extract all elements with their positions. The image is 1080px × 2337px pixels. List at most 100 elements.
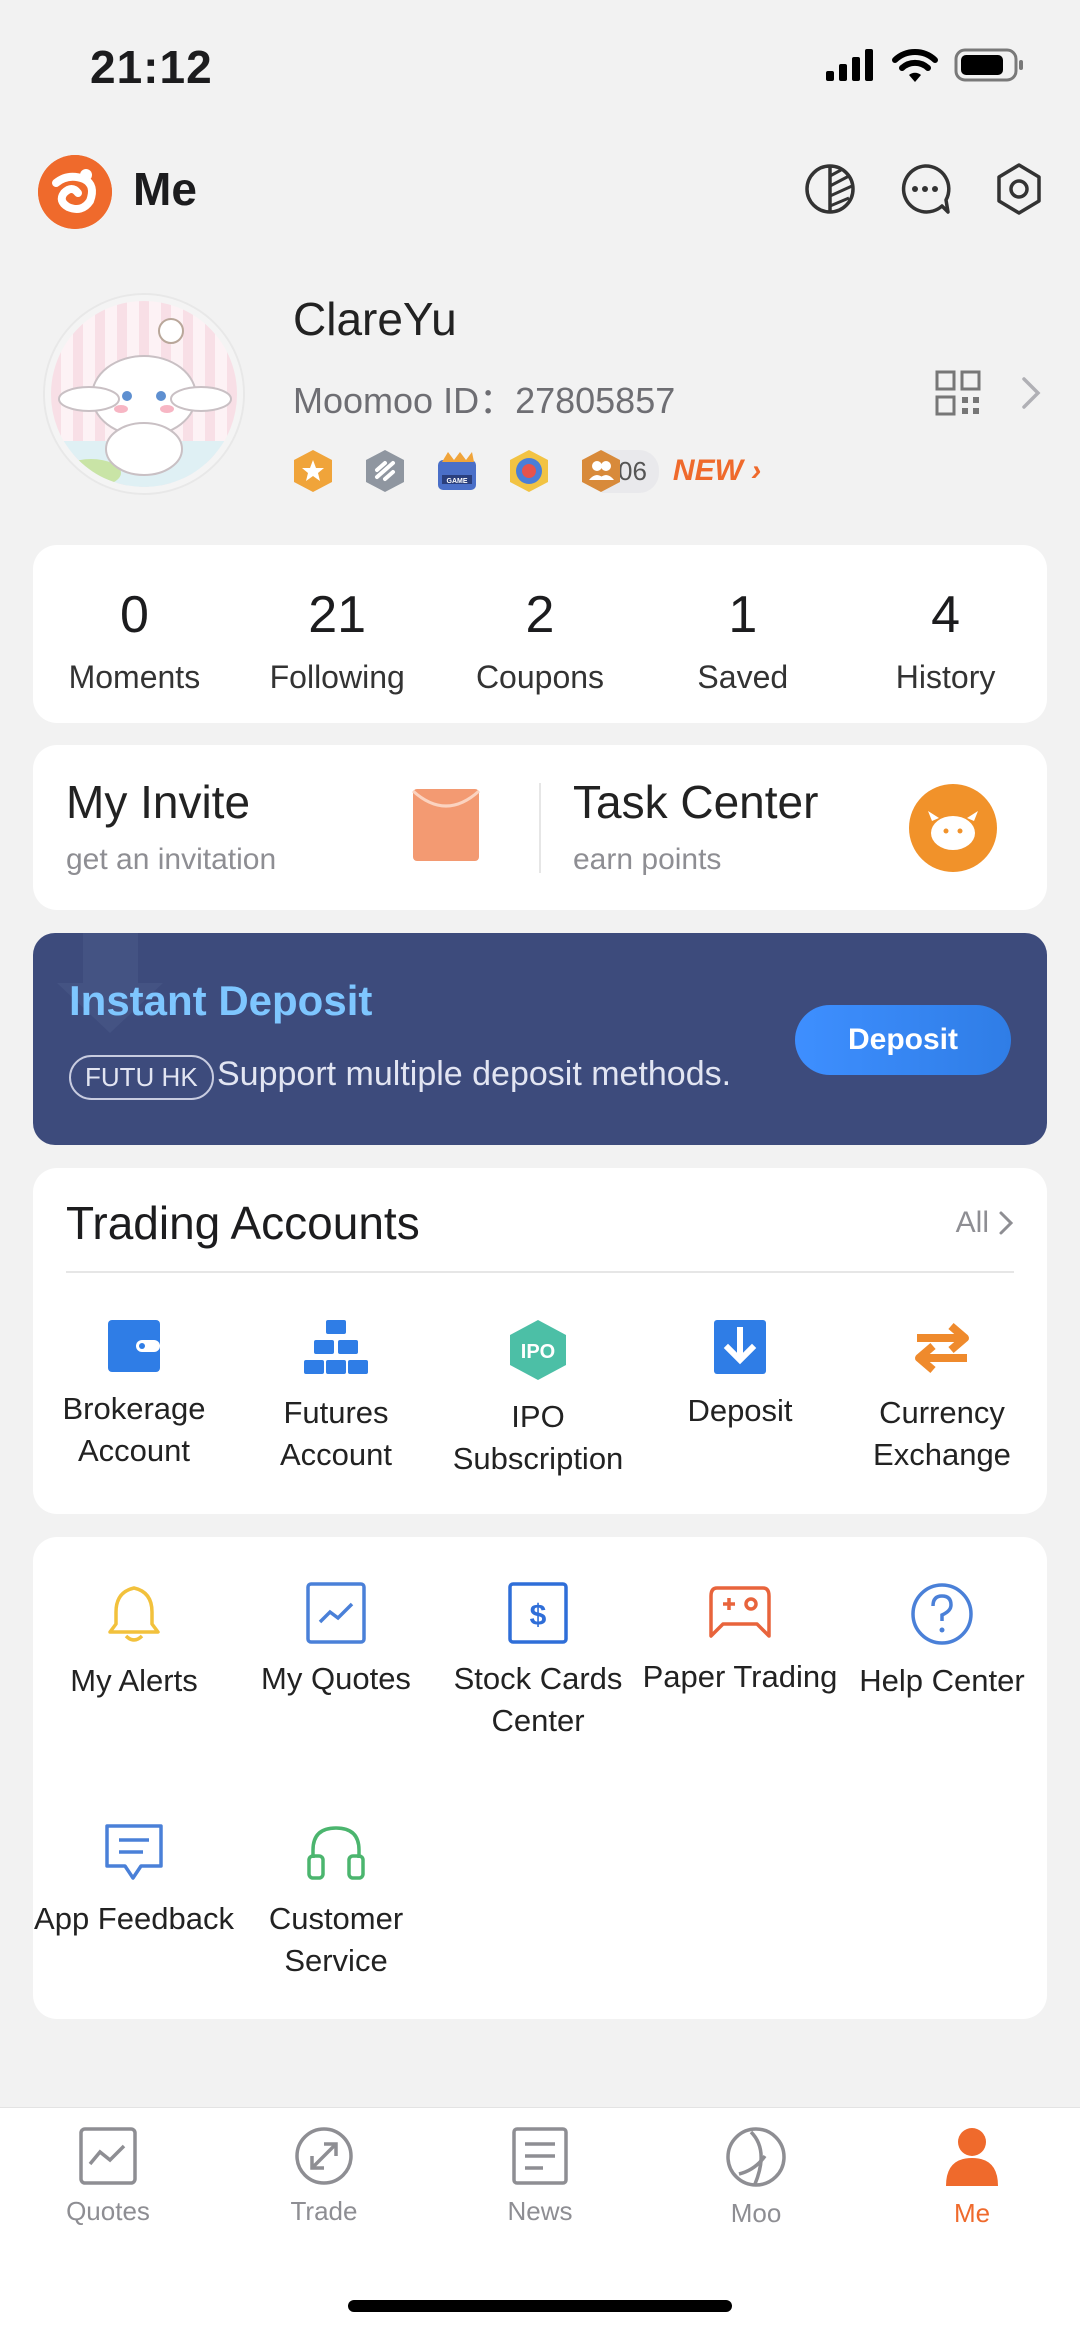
stat-value: 4 <box>931 586 961 644</box>
wifi-icon <box>892 49 938 82</box>
nav-news[interactable]: News <box>432 2126 648 2227</box>
quotes-icon <box>79 2127 137 2185</box>
item-label: Customer Service <box>268 1901 404 1978</box>
stat-moments[interactable]: 0 Moments <box>33 545 236 723</box>
customer-service-item[interactable]: Customer Service <box>235 1822 437 1982</box>
trading-accounts-card: Trading Accounts All Brokerage Account Fu… <box>33 1168 1047 1514</box>
message-icon[interactable] <box>898 162 952 216</box>
nav-label: Moo <box>730 2198 782 2228</box>
item-label: Brokerage Account <box>62 1391 206 1468</box>
wallet-icon <box>108 1320 160 1372</box>
gold-bars-icon <box>304 1320 368 1374</box>
stat-label: Moments <box>68 659 201 695</box>
task-center-title: Task Center <box>573 776 819 828</box>
stat-label: History <box>895 659 996 695</box>
settings-icon[interactable] <box>992 162 1046 216</box>
ipo-subscription-item[interactable]: IPO IPO Subscription <box>437 1318 639 1480</box>
deposit-icon <box>714 1320 766 1374</box>
game-badge-icon: GAME <box>438 452 476 490</box>
moomoo-id: Moomoo ID：27805857 <box>293 380 676 421</box>
battery-icon <box>954 48 1023 82</box>
stock-cards-center-item[interactable]: $ Stock Cards Center <box>437 1582 639 1742</box>
star-medal-icon <box>294 450 332 492</box>
stat-value: 21 <box>308 586 367 644</box>
trading-accounts-title: Trading Accounts <box>66 1197 420 1249</box>
chevron-right-icon[interactable] <box>1018 375 1044 411</box>
username: ClareYu <box>293 293 457 345</box>
quotes-chart-icon <box>306 1582 366 1644</box>
item-label: Help Center <box>859 1663 1025 1698</box>
nav-moo[interactable]: Moo <box>648 2126 864 2229</box>
bell-icon <box>108 1586 160 1642</box>
nav-quotes[interactable]: Quotes <box>0 2126 216 2227</box>
divider <box>66 1271 1014 1273</box>
deposit-subtitle: Support multiple deposit methods. <box>217 1055 732 1093</box>
moomoo-logo <box>38 155 112 229</box>
tools-card: My Alerts My Quotes $ Stock Cards Center … <box>33 1537 1047 2019</box>
new-label: NEW <box>672 454 743 487</box>
avatar[interactable] <box>45 295 243 493</box>
view-all-link[interactable]: All <box>956 1206 1015 1240</box>
stat-value: 0 <box>119 586 149 644</box>
my-alerts-item[interactable]: My Alerts <box>33 1582 235 1702</box>
status-time: 21:12 <box>90 41 213 93</box>
nav-label: News <box>507 2196 573 2226</box>
envelope-icon <box>411 789 481 861</box>
new-badges-link[interactable]: NEW › <box>673 454 761 488</box>
news-icon <box>512 2127 568 2185</box>
stats-card: 0 Moments 21 Following 2 Coupons 1 Saved 4 Hi… <box>33 545 1047 723</box>
stat-label: Saved <box>697 659 789 695</box>
chevron-right-icon <box>999 1211 1014 1235</box>
shield-badge-icon <box>366 450 404 492</box>
item-label: My Alerts <box>70 1663 198 1698</box>
stat-history[interactable]: 4 History <box>844 545 1047 723</box>
view-all-label: All <box>955 1206 989 1239</box>
deposit-item[interactable]: Deposit <box>639 1318 841 1432</box>
ipo-icon: IPO <box>510 1320 566 1380</box>
theme-icon[interactable] <box>803 162 857 216</box>
nav-me[interactable]: Me <box>864 2126 1080 2229</box>
app-feedback-item[interactable]: App Feedback <box>33 1822 235 1940</box>
item-label: Futures Account <box>279 1395 392 1472</box>
help-icon <box>911 1583 973 1645</box>
signal-icon <box>826 49 873 81</box>
exchange-icon <box>915 1322 969 1374</box>
currency-exchange-item[interactable]: Currency Exchange <box>841 1318 1043 1476</box>
stat-saved[interactable]: 1 Saved <box>641 545 844 723</box>
my-invite-subtitle: get an invitation <box>66 843 277 876</box>
headset-icon <box>307 1826 365 1880</box>
stat-following[interactable]: 21 Following <box>236 545 439 723</box>
stat-value: 2 <box>525 586 555 644</box>
my-quotes-item[interactable]: My Quotes <box>235 1582 437 1700</box>
stat-label: Coupons <box>475 659 605 695</box>
deposit-button[interactable]: Deposit <box>795 1005 1011 1075</box>
item-label: Paper Trading <box>642 1659 838 1694</box>
my-invite-title: My Invite <box>66 776 251 828</box>
stat-value: 1 <box>728 586 758 644</box>
instant-deposit-banner[interactable]: Instant Deposit FUTU HK Support multiple… <box>33 933 1047 1145</box>
qr-code-icon[interactable] <box>935 370 981 416</box>
futures-account-item[interactable]: Futures Account <box>235 1318 437 1476</box>
status-icons <box>826 48 1024 82</box>
trade-icon <box>295 2127 353 2185</box>
gamepad-icon <box>709 1586 771 1638</box>
item-label: Deposit <box>687 1393 793 1428</box>
instant-deposit-title: Instant Deposit <box>69 977 373 1024</box>
nav-trade[interactable]: Trade <box>216 2126 432 2227</box>
futu-hk-tag: FUTU HK <box>69 1055 214 1100</box>
target-badge-icon <box>510 450 548 492</box>
badge-row[interactable]: GAME 06 NEW › <box>290 448 761 494</box>
svg-text:GAME: GAME <box>447 478 468 485</box>
paper-trading-item[interactable]: Paper Trading <box>639 1582 841 1698</box>
item-label: Currency Exchange <box>873 1395 1011 1472</box>
stat-label: Following <box>269 659 405 695</box>
invite-task-card: My Invite get an invitation Task Center … <box>33 745 1047 910</box>
brokerage-account-item[interactable]: Brokerage Account <box>33 1318 235 1472</box>
people-badge-icon <box>582 450 620 492</box>
moo-icon <box>726 2127 786 2187</box>
page-title: Me <box>133 163 197 215</box>
stat-coupons[interactable]: 2 Coupons <box>439 545 642 723</box>
person-icon <box>946 2128 998 2186</box>
svg-text:$: $ <box>530 1599 547 1632</box>
help-center-item[interactable]: Help Center <box>841 1582 1043 1702</box>
